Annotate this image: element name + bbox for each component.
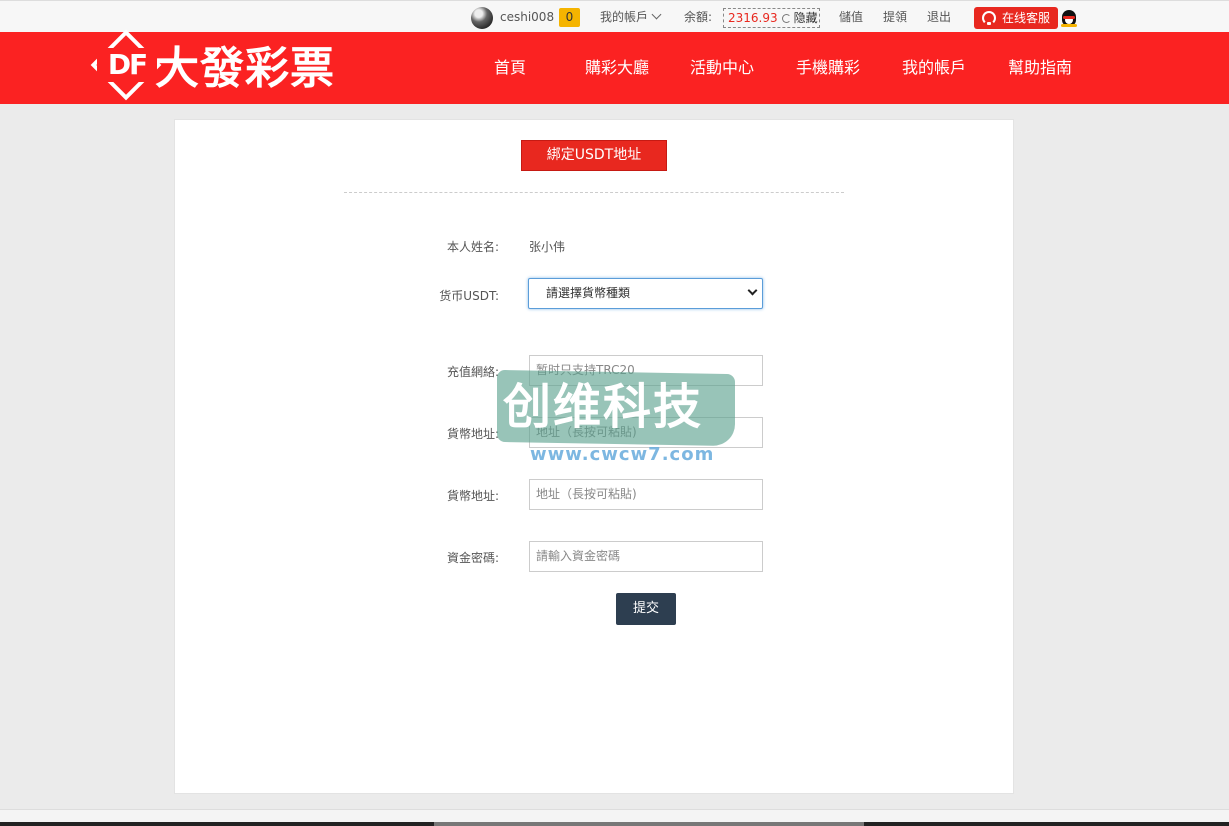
withdraw-link[interactable]: 提領 [883,1,907,33]
currency-label: 货币USDT: [439,289,499,303]
nav-item-promotions[interactable]: 活動中心 [690,32,754,104]
balance-label: 余額: [684,10,713,24]
account-menu[interactable]: 我的帳戶 [600,1,662,33]
qq-penguin-icon[interactable] [1061,7,1077,27]
fund-password-label: 資金密碼: [446,551,499,565]
submit-button[interactable]: 提交 [616,593,676,625]
fund-password-input[interactable]: 請輸入資金密碼 [529,541,763,572]
logo-mark: DF [97,48,157,82]
account-menu-label: 我的帳戶 [600,10,649,24]
nav-item-mobile[interactable]: 手機購彩 [796,32,860,104]
balance-display: 2316.93 隐藏 [723,8,820,28]
balance-amount: 2316.93 [728,11,778,25]
name-label: 本人姓名: [446,240,499,254]
chevron-down-icon [651,9,662,20]
customer-service-label: 在线客服 [1002,11,1051,25]
refresh-icon[interactable] [781,14,791,23]
customer-service-button[interactable]: 在线客服 [974,7,1058,29]
nav-item-home[interactable]: 首頁 [494,32,526,104]
headset-icon [982,11,996,25]
currency-selected-value: 請選擇貨幣種類 [546,286,631,300]
logo-text: 大發彩票 [155,43,335,94]
network-input[interactable]: 暂时只支持TRC20 [529,355,763,386]
message-count-badge[interactable]: 0 [559,8,580,27]
scrollbar-thumb[interactable] [434,822,864,826]
address-label: 貨幣地址: [446,427,499,441]
chevron-down-icon [747,285,758,296]
username[interactable]: ceshi008 [500,1,554,33]
top-bar: ceshi008 0 我的帳戶 余額: 2316.93 隐藏 儲值 提領 退出 在… [0,0,1229,32]
hide-balance-toggle[interactable]: 隐藏 [794,11,818,25]
address-confirm-input[interactable]: 地址（長按可粘貼) [529,479,763,510]
user-avatar[interactable] [471,7,493,29]
address-confirm-label: 貨幣地址: [446,489,499,503]
nav-item-help[interactable]: 幫助指南 [1008,32,1072,104]
name-value: 张小伟 [529,240,566,254]
logout-link[interactable]: 退出 [927,1,951,33]
network-label: 充值網絡: [446,365,499,379]
main-nav: DF 大發彩票 首頁 購彩大廳 活動中心 手機購彩 我的帳戶 幫助指南 [0,29,1229,104]
currency-select[interactable]: 請選擇貨幣種類 [528,278,763,309]
divider [344,192,844,193]
bind-usdt-title[interactable]: 綁定USDT地址 [521,140,667,171]
nav-item-lottery-hall[interactable]: 購彩大廳 [585,32,649,104]
nav-item-my-account[interactable]: 我的帳戶 [902,32,966,104]
bind-usdt-card: 綁定USDT地址 本人姓名: 张小伟 货币USDT: 請選擇貨幣種類 充值網絡:… [174,119,1014,794]
address-input[interactable]: 地址（長按可粘貼) [529,417,763,448]
deposit-link[interactable]: 儲值 [839,1,863,33]
bottom-scrollbar [0,822,1229,826]
